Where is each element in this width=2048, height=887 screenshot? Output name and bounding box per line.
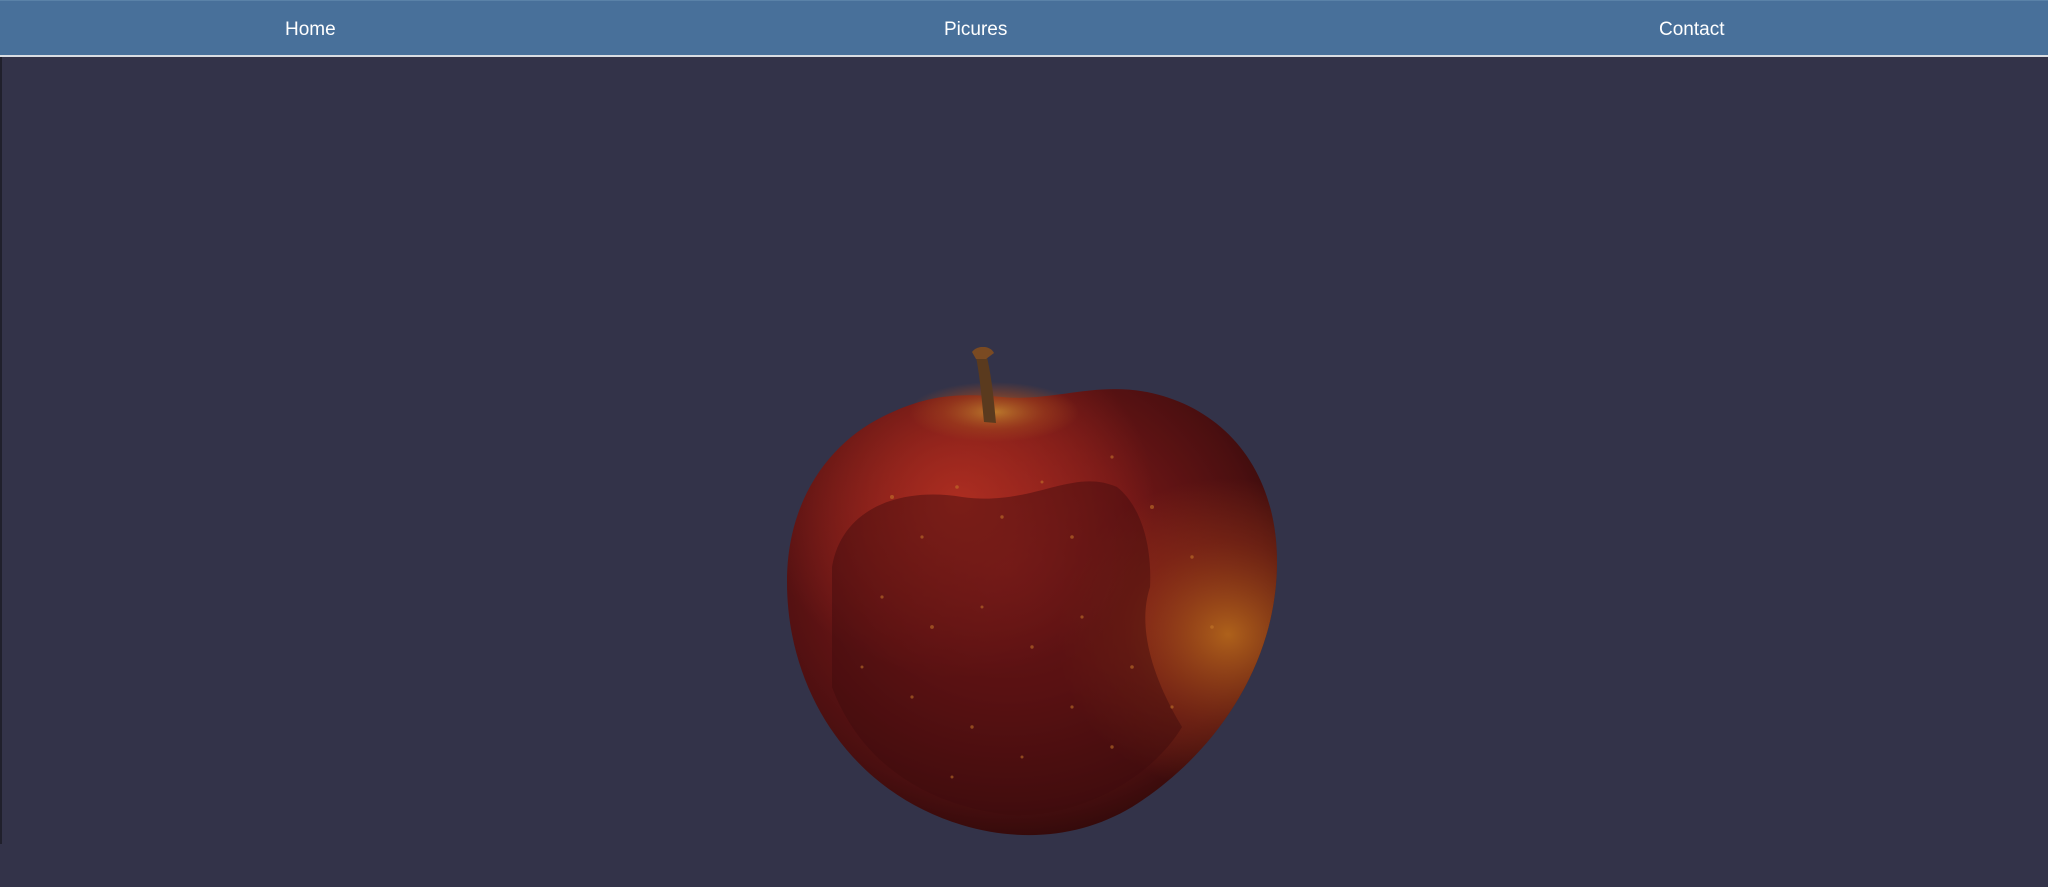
nav-link-contact[interactable]: Contact — [1659, 19, 1724, 41]
top-navbar: Home Picures Contact — [0, 0, 2048, 57]
main-content — [0, 57, 2048, 844]
apple-image — [787, 347, 1277, 836]
nav-link-pictures[interactable]: Picures — [944, 19, 1007, 41]
nav-link-home[interactable]: Home — [285, 19, 336, 41]
